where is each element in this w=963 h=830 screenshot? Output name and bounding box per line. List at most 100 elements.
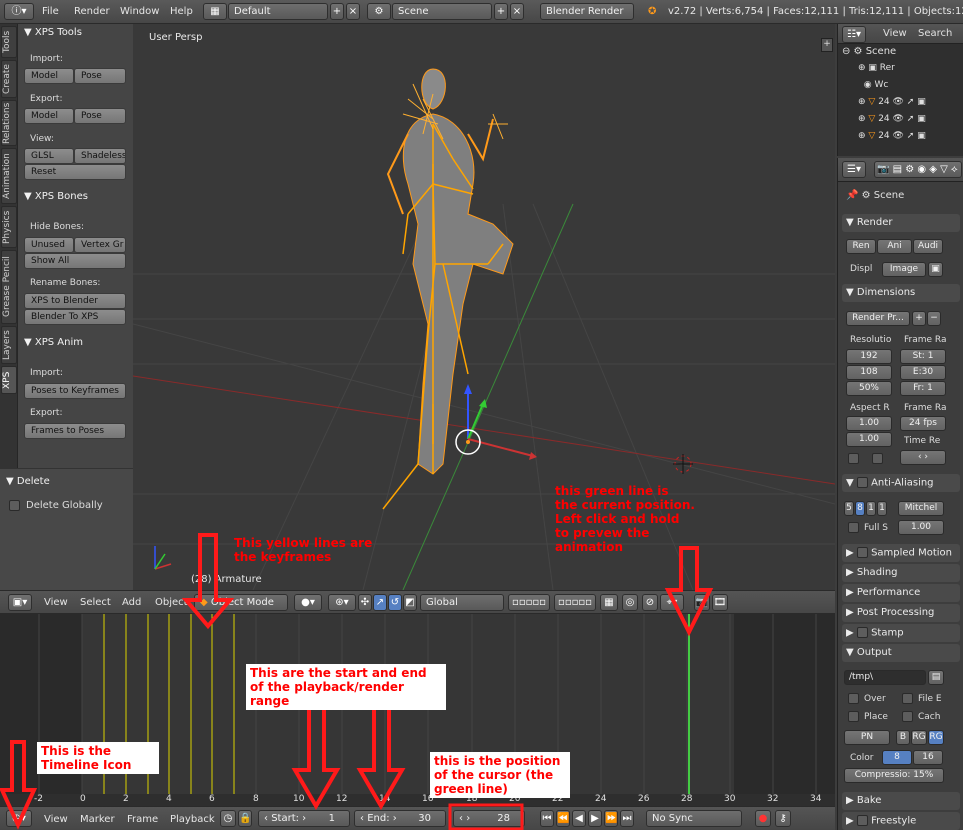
file-extensions-checkbox[interactable] <box>902 693 913 704</box>
rotate-icon[interactable]: ↺ <box>388 594 402 611</box>
keying-set-icon[interactable]: ⚷ <box>775 810 791 827</box>
dimensions-panel-header[interactable]: ▼ Dimensions <box>842 284 960 302</box>
editor-type-info-icon[interactable]: ⓘ▾ <box>4 3 34 20</box>
menu-render[interactable]: Render <box>74 6 110 17</box>
scale-icon[interactable]: ◩ <box>403 594 417 611</box>
manipulator-toggle-icon[interactable]: ✣ <box>358 594 372 611</box>
layers-group-1[interactable]: ▫▫▫▫▫ <box>508 594 550 611</box>
shading-panel-header[interactable]: ▶ Shading <box>842 564 960 582</box>
anti-aliasing-panel-header[interactable]: ▼ Anti-Aliasing <box>842 474 960 492</box>
time-remap-fields[interactable]: ‹ › <box>900 450 946 465</box>
xps-to-blender-button[interactable]: XPS to Blender <box>24 293 126 309</box>
freestyle-checkbox[interactable] <box>856 815 868 826</box>
start-frame-field[interactable]: ‹ Start: 1 › <box>258 810 350 827</box>
outliner-renderlayer-row[interactable]: ⊕ ▣ Rer <box>858 63 958 78</box>
color-bw-button[interactable]: B <box>896 730 910 745</box>
frame-end-field[interactable]: E:30 <box>900 365 946 380</box>
viewport-shading-icon[interactable]: ●▾ <box>294 594 322 611</box>
compression-slider[interactable]: Compressio: 15% <box>844 768 944 783</box>
shadeless-button[interactable]: Shadeless <box>74 148 126 164</box>
sync-select[interactable]: No Sync <box>646 810 742 827</box>
performance-panel-header[interactable]: ▶ Performance <box>842 584 960 602</box>
scene-field[interactable]: Scene <box>392 3 492 20</box>
xps-tools-panel-header[interactable]: ▼ XPS Tools <box>18 24 133 42</box>
timeline-marker-menu[interactable]: Marker <box>80 814 115 825</box>
frame-start-field[interactable]: St: 1 <box>900 349 946 364</box>
display-select[interactable]: Image <box>882 262 926 277</box>
tab-grease-pencil[interactable]: Grease Pencil <box>1 250 17 324</box>
render-presets-select[interactable]: Render Pr... <box>846 311 910 326</box>
aa-filter-select[interactable]: Mitchel <box>898 501 944 516</box>
file-format-select[interactable]: PN <box>844 730 890 745</box>
aa-5-button[interactable]: 5 <box>844 501 854 516</box>
resolution-y-field[interactable]: 108 <box>846 365 892 380</box>
preset-add-icon[interactable]: + <box>912 311 926 326</box>
audio-button[interactable]: Audi <box>913 239 943 254</box>
next-keyframe-icon[interactable]: ⏩ <box>604 810 618 827</box>
aspect-y-field[interactable]: 1.00 <box>846 432 892 447</box>
crop-checkbox[interactable] <box>872 453 883 464</box>
preset-remove-icon[interactable]: − <box>927 311 941 326</box>
timeline-playback-menu[interactable]: Playback <box>170 814 215 825</box>
manipulator-y-icon[interactable] <box>467 403 484 440</box>
import-model-button[interactable]: Model <box>24 68 74 84</box>
depth-8-button[interactable]: 8 <box>882 750 912 765</box>
sampled-motion-panel-header[interactable]: ▶ Sampled Motion <box>842 544 960 562</box>
layout-close-icon[interactable]: × <box>346 3 360 20</box>
outliner-search-menu[interactable]: Search <box>918 28 952 39</box>
overwrite-checkbox[interactable] <box>848 693 859 704</box>
cache-checkbox[interactable] <box>902 711 913 722</box>
scene-close-icon[interactable]: × <box>510 3 524 20</box>
menu-window[interactable]: Window <box>120 6 159 17</box>
current-frame-field[interactable]: ‹ 28 › <box>453 810 525 827</box>
aa-16-button[interactable]: 1 <box>877 501 887 516</box>
import-pose-button[interactable]: Pose <box>74 68 126 84</box>
timeline-view-menu[interactable]: View <box>44 814 68 825</box>
view-properties-toggle-icon[interactable]: + <box>821 38 833 52</box>
stamp-checkbox[interactable] <box>856 627 868 638</box>
object-menu[interactable]: Object <box>155 597 188 608</box>
freestyle-panel-header[interactable]: ▶ Freestyle <box>842 812 960 830</box>
layout-field[interactable]: Default <box>228 3 328 20</box>
add-menu[interactable]: Add <box>122 597 141 608</box>
tab-layers[interactable]: Layers <box>1 326 17 364</box>
bake-panel-header[interactable]: ▶ Bake <box>842 792 960 810</box>
frame-rate-select[interactable]: 24 fps <box>900 416 946 431</box>
frame-step-field[interactable]: Fr: 1 <box>900 381 946 396</box>
translate-icon[interactable]: ↗ <box>373 594 387 611</box>
xps-bones-panel-header[interactable]: ▼ XPS Bones <box>18 188 133 206</box>
outliner-object-row[interactable]: ⊕ ▽ 24 👁 ➚ ▣ <box>858 131 958 146</box>
delete-panel-header[interactable]: ▼ Delete <box>0 473 115 491</box>
snap-element-icon[interactable]: ⌖▾ <box>660 594 684 611</box>
aspect-x-field[interactable]: 1.00 <box>846 416 892 431</box>
tab-create[interactable]: Create <box>1 60 17 98</box>
render-opengl-icon[interactable]: 📷 <box>694 594 710 611</box>
output-path-field[interactable]: /tmp\ <box>844 670 926 685</box>
outliner-scene-row[interactable]: ⊖ ⚙ Scene <box>842 46 962 61</box>
3d-view-editor-icon[interactable]: ▣▾ <box>8 594 32 611</box>
layout-icon[interactable]: ▦ <box>203 3 227 20</box>
tab-animation[interactable]: Animation <box>1 148 17 204</box>
snap-icon[interactable]: ⊘ <box>642 594 658 611</box>
unused-button[interactable]: Unused <box>24 237 74 253</box>
resolution-percent-field[interactable]: 50% <box>846 381 892 396</box>
folder-icon[interactable]: ▤ <box>928 670 944 685</box>
play-reverse-icon[interactable]: ◀ <box>572 810 586 827</box>
output-panel-header[interactable]: ▼ Output <box>842 644 960 662</box>
post-processing-panel-header[interactable]: ▶ Post Processing <box>842 604 960 622</box>
sampled-motion-checkbox[interactable] <box>856 547 868 558</box>
xps-anim-panel-header[interactable]: ▼ XPS Anim <box>18 334 133 352</box>
stamp-panel-header[interactable]: ▶ Stamp <box>842 624 960 642</box>
outliner-editor-icon[interactable]: ☷▾ <box>842 26 866 43</box>
properties-context-tabs[interactable]: 📷 ▤ ⚙ ◉ ◈ ▽ ⟡ <box>874 161 962 178</box>
lock-icon[interactable]: ▣ <box>928 262 943 277</box>
scene-icon[interactable]: ⚙ <box>367 3 391 20</box>
render-panel-header[interactable]: ▼ Render <box>842 214 960 232</box>
anti-aliasing-checkbox[interactable] <box>856 477 868 488</box>
aa-8-button[interactable]: 8 <box>855 501 865 516</box>
vertex-group-button[interactable]: Vertex Gr <box>74 237 126 253</box>
frames-to-poses-button[interactable]: Frames to Poses <box>24 423 126 439</box>
outliner-object-row[interactable]: ⊕ ▽ 24 👁 ➚ ▣ <box>858 114 958 129</box>
tab-physics[interactable]: Physics <box>1 206 17 248</box>
end-frame-field[interactable]: ‹ End: 30 › <box>354 810 446 827</box>
